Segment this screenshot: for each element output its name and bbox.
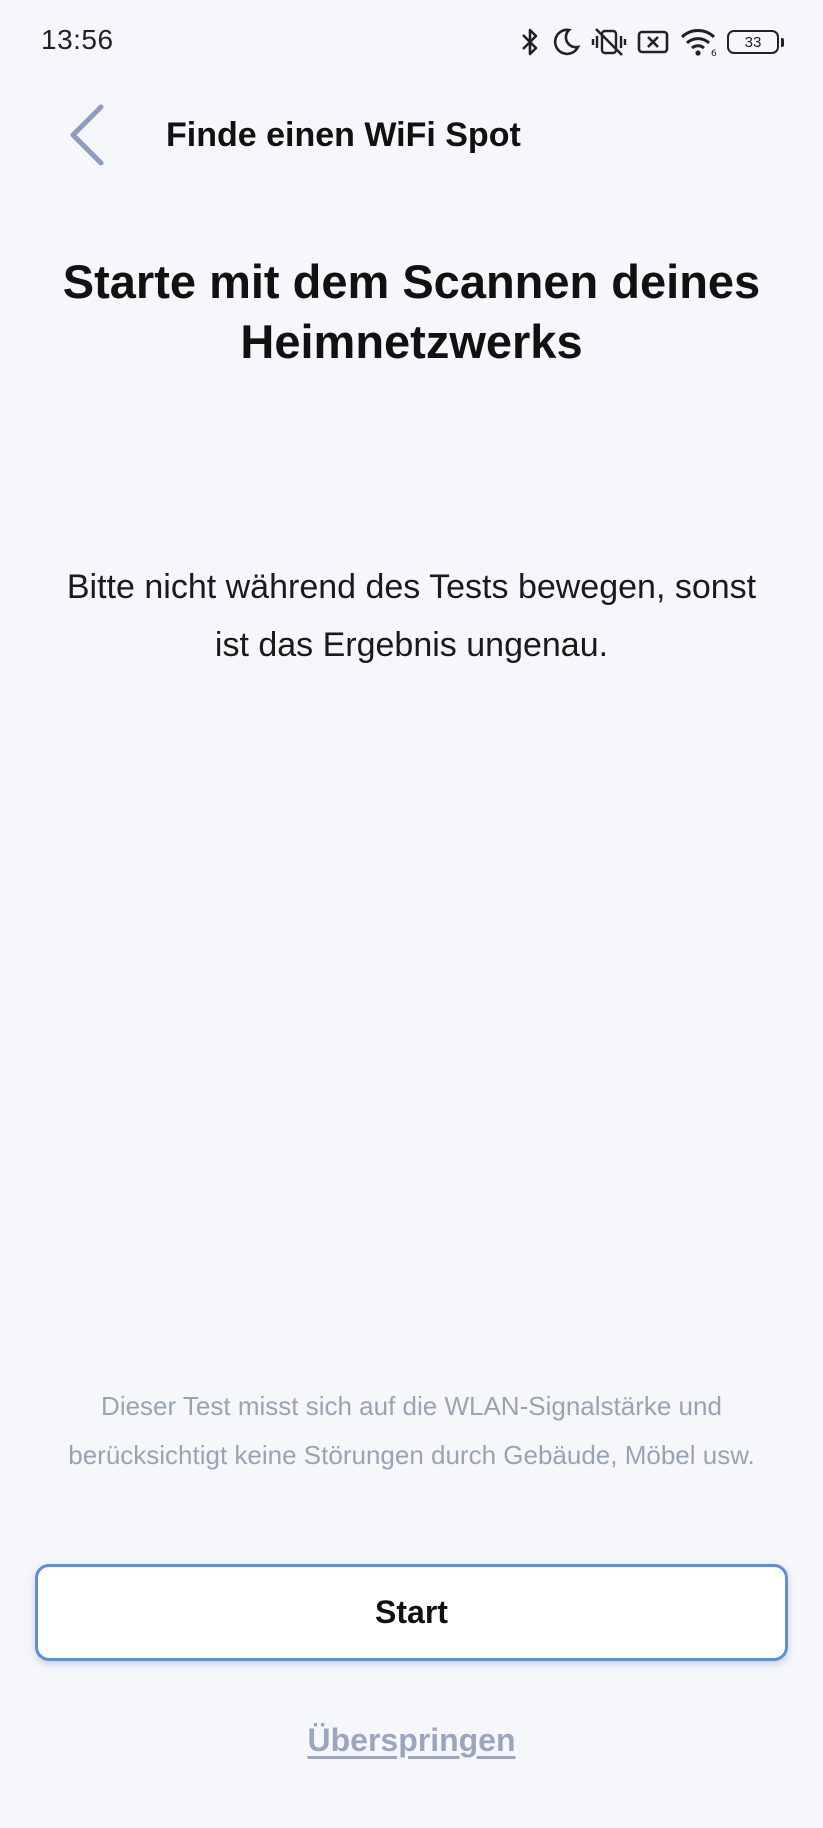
vibrate-off-icon [591,26,627,58]
bluetooth-icon [519,26,541,58]
no-sim-icon [637,28,669,56]
skip-link[interactable]: Überspringen [0,1722,823,1759]
page-title: Finde einen WiFi Spot [166,116,521,154]
battery-level: 33 [744,33,762,51]
status-time: 13:56 [41,24,114,55]
back-button[interactable] [52,100,122,174]
start-button[interactable]: Start [35,1564,788,1661]
do-not-disturb-moon-icon [551,27,581,57]
screen: 13:56 6 33 Finde einen WiFi Spot Starte … [0,0,823,1828]
chevron-left-icon [67,104,107,171]
wifi-icon: 6 [679,27,717,57]
status-icons: 6 33 [519,22,784,62]
status-bar: 13:56 6 33 [0,0,823,84]
battery-icon: 33 [727,30,784,54]
disclaimer-text: Dieser Test misst sich auf die WLAN-Sign… [68,1391,755,1470]
instruction-text: Bitte nicht während des Tests bewegen, s… [66,568,757,664]
svg-text:6: 6 [711,49,717,57]
headline: Starte mit dem Scannen deines Heimnetzwe… [62,255,761,368]
app-header: Finde einen WiFi Spot [0,96,823,180]
